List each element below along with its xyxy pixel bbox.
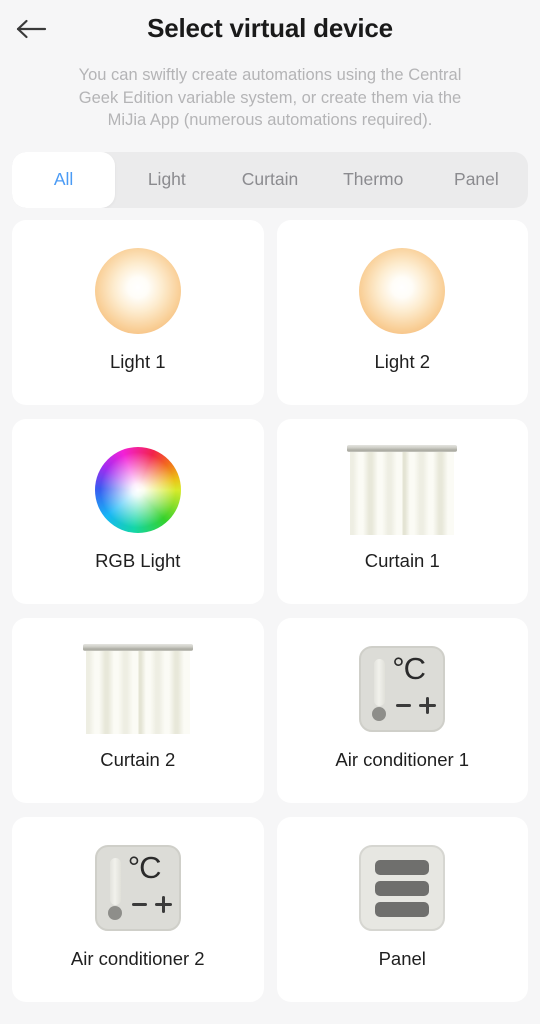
switch-panel-bar <box>375 859 430 875</box>
device-icon <box>277 831 529 946</box>
minus-icon <box>396 704 412 707</box>
device-icon: °C <box>277 632 529 747</box>
device-grid: Light 1 Light 2 RGB Light Curtain 1 Curt… <box>0 208 540 1002</box>
top-bar: Select virtual device <box>0 0 540 58</box>
minus-icon <box>131 903 147 906</box>
switch-panel-bar <box>375 901 430 917</box>
thermostat-slider-track <box>109 858 121 905</box>
device-card[interactable]: Curtain 1 <box>276 418 529 604</box>
thermostat-slider-knob <box>372 707 387 721</box>
device-icon <box>277 234 529 349</box>
light-bulb-icon <box>94 248 181 334</box>
curtain-icon <box>82 644 193 734</box>
device-icon: °C <box>12 831 264 946</box>
device-label: Panel <box>378 947 426 969</box>
page-title: Select virtual device <box>147 13 393 43</box>
thermostat-icon: °C <box>359 646 446 732</box>
switch-panel-icon <box>359 845 446 931</box>
device-label: Air conditioner 2 <box>70 947 205 969</box>
thermostat-slider-track <box>374 659 386 706</box>
plus-icon <box>154 896 172 913</box>
device-icon <box>12 234 264 349</box>
rgb-color-wheel-icon <box>94 447 181 533</box>
page-header: Select virtual device You can swiftly cr… <box>0 0 540 146</box>
tab-bar-container: All Light Curtain Thermo Panel <box>0 145 540 208</box>
device-card[interactable]: Curtain 2 <box>12 617 264 803</box>
celsius-label: °C <box>392 651 426 686</box>
celsius-label: °C <box>127 850 162 885</box>
device-icon <box>12 632 264 747</box>
device-label: RGB Light <box>95 549 181 571</box>
tab-all[interactable]: All <box>12 151 116 208</box>
device-icon <box>277 433 529 548</box>
device-label: Light 2 <box>374 350 431 372</box>
switch-panel-bar <box>375 880 430 896</box>
device-label: Curtain 1 <box>364 549 440 571</box>
tab-curtain[interactable]: Curtain <box>218 152 321 208</box>
curtain-icon <box>347 445 458 535</box>
tab-thermo[interactable]: Thermo <box>322 152 425 208</box>
curtain-fabric <box>350 452 455 535</box>
thermostat-slider-knob <box>107 906 122 920</box>
device-icon <box>12 433 264 548</box>
device-card[interactable]: °C Air conditioner 2 <box>12 816 264 1002</box>
device-card[interactable]: RGB Light <box>12 418 264 604</box>
device-card[interactable]: Light 1 <box>12 219 264 405</box>
device-card[interactable]: Light 2 <box>276 219 529 405</box>
back-button[interactable] <box>0 0 62 58</box>
curtain-rod <box>82 644 193 651</box>
page-subtitle: You can swiftly create automations using… <box>78 66 462 129</box>
light-bulb-icon <box>359 248 446 334</box>
device-label: Light 1 <box>109 350 166 372</box>
curtain-fabric <box>85 651 190 734</box>
thermostat-icon: °C <box>94 845 181 931</box>
tab-light[interactable]: Light <box>115 152 218 208</box>
device-label: Air conditioner 1 <box>335 748 470 770</box>
device-card[interactable]: Panel <box>276 816 529 1002</box>
curtain-rod <box>347 445 458 452</box>
device-label: Curtain 2 <box>100 748 176 770</box>
plus-icon <box>419 697 437 714</box>
device-category-tabs: All Light Curtain Thermo Panel <box>12 151 528 208</box>
arrow-left-icon <box>14 17 48 41</box>
tab-panel[interactable]: Panel <box>425 152 528 208</box>
device-card[interactable]: °C Air conditioner 1 <box>276 617 529 803</box>
